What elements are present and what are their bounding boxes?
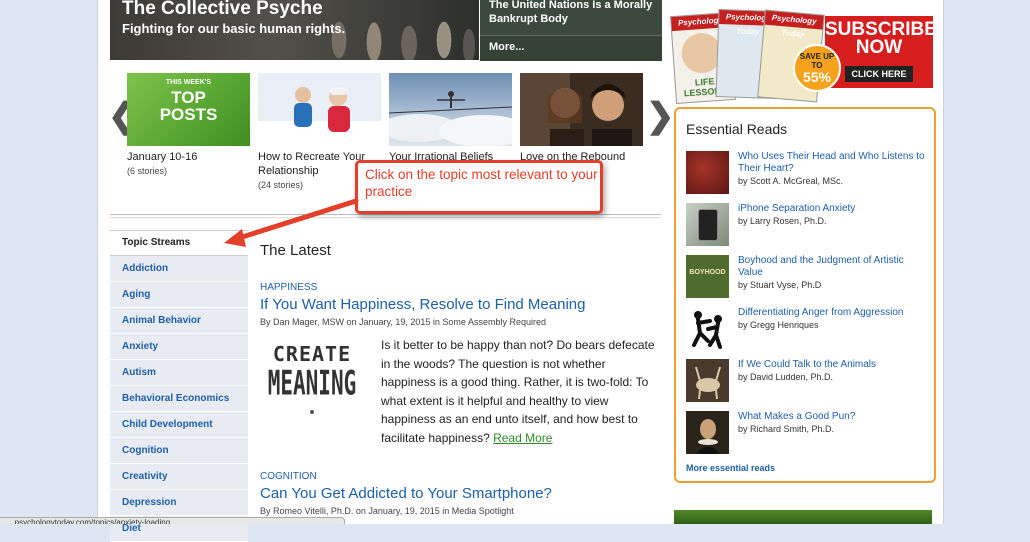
create-meaning-dot [310, 410, 314, 414]
shakespeare-portrait-icon [686, 411, 729, 454]
create-meaning-image[interactable]: CREATE MEANING [262, 338, 362, 418]
save-badge: SAVE UP TO 55% [793, 44, 841, 92]
topic-item-creativity[interactable]: Creativity [110, 464, 248, 490]
topic-item-aging[interactable]: Aging [110, 282, 248, 308]
winter-couple-photo [258, 73, 381, 146]
essential-read-link[interactable]: Boyhood and the Judgment of Artistic Val… [738, 255, 928, 291]
essential-reads-title: Essential Reads [686, 121, 788, 137]
essential-reads-panel: Essential Reads Who Uses Their Head and … [674, 107, 936, 483]
tightrope-photo [389, 73, 512, 146]
save-value: 55% [802, 69, 832, 85]
topic-item-child-development[interactable]: Child Development [110, 412, 248, 438]
essential-read-thumb[interactable] [686, 203, 729, 246]
topic-item-behavioral-economics[interactable]: Behavioral Economics [110, 386, 248, 412]
create-meaning-line2: MEANING [267, 364, 357, 403]
promo-banner-partial[interactable] [674, 510, 932, 524]
couple-photo [520, 73, 643, 146]
essential-read-item[interactable]: Differentiating Anger from Aggression by… [686, 307, 931, 353]
essential-read-author: by Gregg Henriques [738, 320, 819, 330]
animals-icon [686, 359, 729, 402]
create-meaning-line1: CREATE [272, 342, 352, 366]
carousel-thumb-top-posts[interactable]: THIS WEEK'S TOP POSTS [127, 73, 250, 146]
essential-read-title[interactable]: Who Uses Their Head and Who Listens to T… [738, 151, 925, 174]
article-title[interactable]: Can You Get Addicted to Your Smartphone? [260, 485, 552, 502]
read-more-link[interactable]: Read More [493, 431, 552, 445]
essential-read-author: by Stuart Vyse, Ph.D [738, 280, 822, 290]
essential-read-author: by Richard Smith, Ph.D. [738, 424, 835, 434]
article-byline: By Dan Mager, MSW on January, 19, 2015 i… [260, 317, 546, 327]
fighting-figures-icon [692, 311, 722, 349]
essential-read-link[interactable]: If We Could Talk to the Animals by David… [738, 359, 928, 383]
topic-streams-sidebar: Topic Streams Addiction Aging Animal Beh… [110, 230, 248, 542]
article-category[interactable]: HAPPINESS [260, 282, 317, 293]
carousel-caption-title[interactable]: January 10-16 [127, 151, 197, 163]
hero-title[interactable]: The Collective Psyche [122, 0, 323, 20]
essential-read-author: by Larry Rosen, Ph.D. [738, 216, 827, 226]
essential-read-thumb[interactable] [686, 411, 729, 454]
essential-read-link[interactable]: What Makes a Good Pun? by Richard Smith,… [738, 411, 928, 435]
section-divider [110, 214, 661, 215]
hero-banner[interactable]: The Collective Psyche Fighting for our b… [110, 0, 479, 60]
essential-read-title[interactable]: What Makes a Good Pun? [738, 411, 855, 422]
carousel-story-count: (6 stories) [127, 166, 168, 176]
essential-read-thumb[interactable] [686, 307, 729, 350]
hero-side-panel[interactable]: The United Nations Is a Morally Bankrupt… [480, 0, 662, 61]
essential-read-item[interactable]: Who Uses Their Head and Who Listens to T… [686, 151, 931, 197]
hero-side-headline[interactable]: The United Nations Is a Morally Bankrupt… [489, 0, 657, 26]
article-category[interactable]: COGNITION [260, 471, 317, 482]
hero-more-label: More... [489, 41, 525, 53]
essential-read-link[interactable]: Who Uses Their Head and Who Listens to T… [738, 151, 928, 187]
more-essential-reads-link[interactable]: More essential reads [686, 463, 775, 473]
topic-item-anxiety[interactable]: Anxiety [110, 334, 248, 360]
carousel-thumb-relationship[interactable] [258, 73, 381, 146]
save-text: SAVE UP TO [799, 52, 835, 70]
essential-read-thumb[interactable]: BOYHOOD [686, 255, 729, 298]
boyhood-thumb-text: BOYHOOD [689, 269, 726, 276]
essential-read-link[interactable]: Differentiating Anger from Aggression by… [738, 307, 928, 331]
essential-read-title[interactable]: Boyhood and the Judgment of Artistic Val… [738, 255, 904, 278]
carousel-thumb-rebound[interactable] [520, 73, 643, 146]
article-excerpt-text: Is it better to be happy than not? Do be… [381, 338, 655, 445]
essential-read-thumb[interactable] [686, 359, 729, 402]
top-posts-kicker: THIS WEEK'S [165, 79, 212, 86]
topic-item-autism[interactable]: Autism [110, 360, 248, 386]
hero-more-link[interactable]: More... [480, 35, 662, 61]
section-divider-secondary [110, 217, 661, 218]
article-excerpt: Is it better to be happy than not? Do be… [381, 336, 657, 447]
carousel-next-icon[interactable]: ❯ [646, 96, 675, 136]
essential-read-item[interactable]: BOYHOOD Boyhood and the Judgment of Arti… [686, 255, 931, 301]
topic-item-animal-behavior[interactable]: Animal Behavior [110, 308, 248, 334]
carousel-caption-title[interactable]: How to Recreate Your Relationship [258, 151, 365, 177]
phone-icon [698, 209, 718, 241]
carousel-caption-top-posts[interactable]: January 10-16 (6 stories) [127, 150, 250, 178]
essential-read-item[interactable]: If We Could Talk to the Animals by David… [686, 359, 931, 405]
essential-read-item[interactable]: iPhone Separation Anxiety by Larry Rosen… [686, 203, 931, 249]
topic-item-depression[interactable]: Depression [110, 490, 248, 516]
browser-status-bar: ...psychologytoday.com/topics/anxiety-lo… [0, 517, 345, 524]
essential-read-author: by Scott A. McGreal, MSc. [738, 176, 844, 186]
annotation-callout-text: Click on the topic most relevant to your… [365, 167, 598, 199]
essential-read-item[interactable]: What Makes a Good Pun? by Richard Smith,… [686, 411, 931, 457]
latest-heading: The Latest [260, 242, 331, 259]
subscribe-box[interactable]: SUBSCRIBE NOW CLICK HERE [825, 16, 937, 88]
essential-read-title[interactable]: If We Could Talk to the Animals [738, 359, 876, 370]
click-here-button[interactable]: CLICK HERE [845, 66, 913, 82]
article-title[interactable]: If You Want Happiness, Resolve to Find M… [260, 296, 585, 313]
annotation-callout: Click on the topic most relevant to your… [355, 160, 603, 214]
essential-read-link[interactable]: iPhone Separation Anxiety by Larry Rosen… [738, 203, 928, 227]
carousel-thumb-beliefs[interactable] [389, 73, 512, 146]
subscribe-title: SUBSCRIBE NOW [825, 19, 937, 58]
essential-read-title[interactable]: iPhone Separation Anxiety [738, 203, 855, 214]
subscribe-ad[interactable]: Psychology Today LIFE LESSONS Psychology… [670, 8, 937, 108]
essential-read-title[interactable]: Differentiating Anger from Aggression [738, 307, 903, 318]
essential-read-author: by David Ludden, Ph.D. [738, 372, 834, 382]
magazine-brand-3: Psychology Today [764, 10, 824, 39]
article-byline: By Romeo Vitelli, Ph.D. on January, 19, … [260, 506, 514, 516]
hero-subtitle: Fighting for our basic human rights. [122, 21, 346, 36]
top-posts-title: TOP POSTS [159, 88, 218, 124]
topic-item-cognition[interactable]: Cognition [110, 438, 248, 464]
topic-item-addiction[interactable]: Addiction [110, 256, 248, 282]
essential-read-thumb[interactable] [686, 151, 729, 194]
